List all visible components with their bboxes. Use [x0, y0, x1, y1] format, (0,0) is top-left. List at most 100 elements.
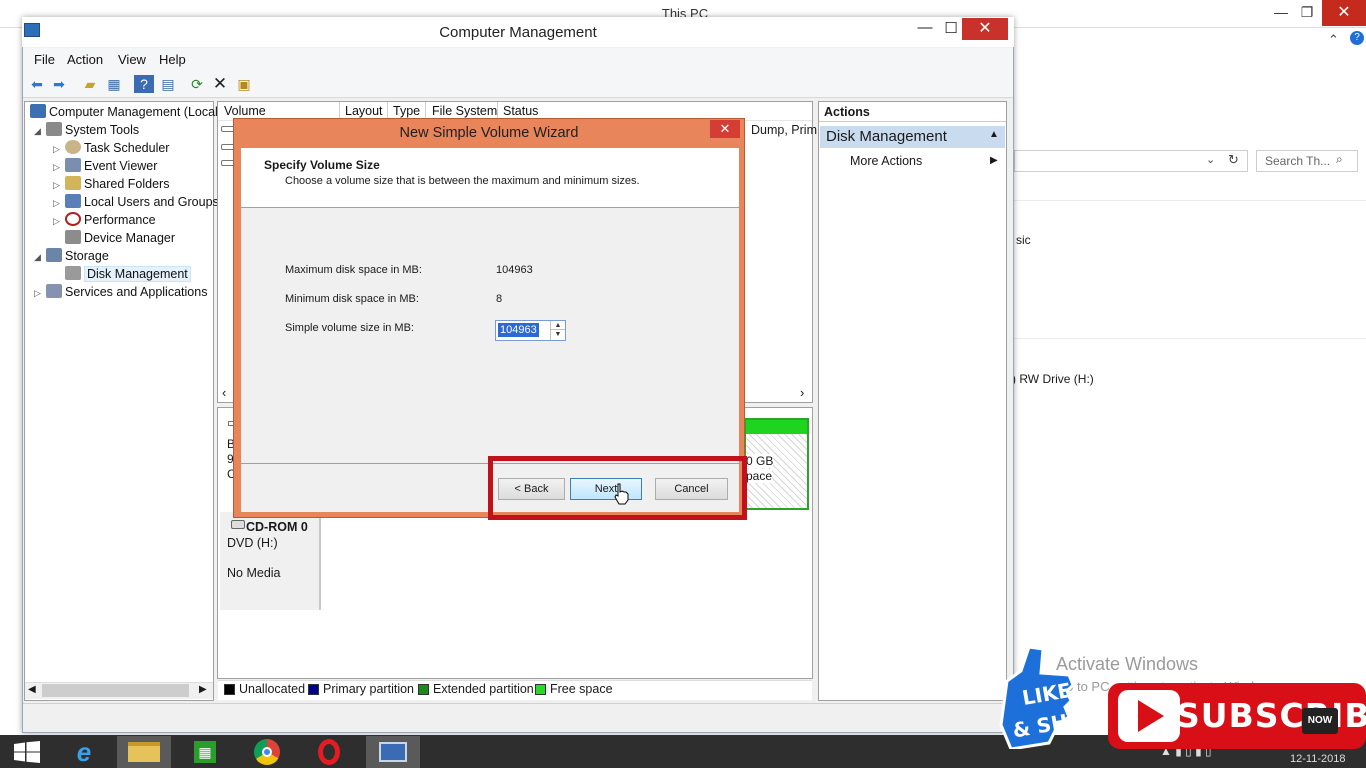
expand-icon[interactable]: ◢ — [34, 126, 44, 137]
shared-folder-icon — [65, 176, 81, 190]
free-space-label: pace — [746, 469, 773, 483]
tree-item-services-and-applications[interactable]: ▷ Services and Applications — [28, 284, 219, 302]
wizard-title: New Simple Volume Wizard — [399, 125, 579, 141]
menu-action[interactable]: Action — [67, 52, 103, 67]
divider — [1014, 200, 1366, 201]
tree-item-performance[interactable]: ▷ Performance — [28, 212, 219, 230]
internet-explorer-icon[interactable]: e — [57, 736, 111, 768]
legend-swatch-free — [535, 684, 546, 695]
more-actions[interactable]: More Actions — [850, 154, 922, 168]
wizard-close-button[interactable]: ✕ — [710, 120, 740, 138]
column-file-system[interactable]: File System — [432, 104, 497, 118]
settings-icon[interactable]: ▣ — [234, 74, 254, 94]
delete-icon[interactable]: ✕ — [210, 74, 230, 94]
scroll-right-icon[interactable]: ▶ — [199, 684, 207, 695]
spin-up-icon[interactable]: ▲ — [550, 321, 565, 330]
actions-disk-management[interactable]: Disk Management — [820, 126, 1005, 148]
refresh-icon[interactable]: ↻ — [1228, 152, 1239, 168]
scrollbar-thumb[interactable] — [42, 684, 189, 697]
scroll-left-icon[interactable]: ‹ — [222, 385, 226, 400]
expand-icon[interactable]: ▷ — [53, 198, 63, 209]
expand-icon[interactable]: ▷ — [53, 180, 63, 191]
volume-size-label: Simple volume size in MB: — [285, 322, 414, 334]
clock-date[interactable]: 12-11-2018 — [1290, 753, 1345, 765]
users-icon — [65, 194, 81, 208]
cdrom-title: CD-ROM 0 — [246, 520, 308, 534]
expand-icon[interactable]: ▷ — [53, 144, 63, 155]
clock-icon — [65, 140, 81, 154]
scroll-right-icon[interactable]: › — [800, 385, 804, 400]
tree-item-disk-management[interactable]: Disk Management — [28, 266, 219, 284]
free-space-bar — [746, 420, 807, 434]
column-volume[interactable]: Volume — [224, 104, 266, 118]
back-arrow-icon[interactable]: ⬅ — [27, 74, 47, 94]
column-layout[interactable]: Layout — [345, 104, 383, 118]
storage-icon — [46, 248, 62, 262]
cdrom-icon — [231, 520, 245, 529]
device-manager-icon — [65, 230, 81, 244]
expand-icon[interactable]: ◢ — [34, 252, 44, 263]
hand-cursor-icon — [614, 483, 629, 505]
tree-item-event-viewer[interactable]: ▷ Event Viewer — [28, 158, 219, 176]
help-icon[interactable]: ? — [134, 75, 154, 93]
drive-label[interactable]: ) RW Drive (H:) — [1012, 372, 1094, 386]
tree-item-storage[interactable]: ◢ Storage — [28, 248, 219, 266]
menu-view[interactable]: View — [118, 52, 146, 67]
tree-item-local-users-and-groups[interactable]: ▷ Local Users and Groups — [28, 194, 219, 212]
up-folder-icon[interactable]: ▰ — [80, 74, 100, 94]
volume-size-value[interactable]: 104963 — [498, 323, 539, 337]
legend-swatch-extended — [418, 684, 429, 695]
store-icon[interactable]: ▦ — [178, 736, 232, 768]
tools-icon — [46, 122, 62, 136]
wizard-subheading: Choose a volume size that is between the… — [285, 175, 640, 187]
now-badge: NOW — [1302, 708, 1338, 734]
windows-start-icon[interactable] — [14, 741, 40, 763]
chrome-icon[interactable] — [240, 736, 294, 768]
collapse-icon[interactable]: ▲ — [989, 129, 999, 140]
tree-item-shared-folders[interactable]: ▷ Shared Folders — [28, 176, 219, 194]
scroll-left-icon[interactable]: ◀ — [28, 684, 36, 695]
tree-item-computer-management[interactable]: Computer Management (Local — [28, 104, 219, 122]
search-icon[interactable]: ⌕ — [1336, 152, 1343, 167]
play-icon — [1118, 690, 1180, 742]
expand-icon[interactable]: ▷ — [34, 288, 44, 299]
minimize-button[interactable]: — — [912, 19, 938, 41]
cdrom-drive-label: DVD (H:) — [227, 536, 278, 550]
opera-icon[interactable] — [302, 736, 356, 768]
column-type[interactable]: Type — [393, 104, 420, 118]
this-pc-maximize-button[interactable]: ❐ — [1294, 4, 1320, 24]
max-disk-space-label: Maximum disk space in MB: — [285, 264, 422, 276]
menu-file[interactable]: File — [34, 52, 55, 67]
file-explorer-icon[interactable] — [117, 736, 171, 768]
volume-status-cell[interactable]: Dump, Prim — [751, 123, 817, 137]
chevron-down-icon[interactable]: ⌄ — [1206, 153, 1215, 166]
this-pc-close-button[interactable]: ✕ — [1322, 0, 1366, 26]
wizard-heading: Specify Volume Size — [264, 158, 380, 172]
tree-item-device-manager[interactable]: Device Manager — [28, 230, 219, 248]
this-pc-minimize-button[interactable]: — — [1268, 4, 1294, 24]
performance-icon — [65, 212, 81, 226]
forward-arrow-icon[interactable]: ➡ — [49, 74, 69, 94]
legend-unallocated: Unallocated — [239, 682, 306, 696]
ribbon-expand-icon[interactable]: ⌃ — [1328, 32, 1339, 48]
spin-down-icon[interactable]: ▼ — [550, 330, 565, 340]
expand-icon[interactable]: ▷ — [53, 216, 63, 227]
properties-icon[interactable]: ▤ — [158, 74, 178, 94]
disk-management-icon — [65, 266, 81, 280]
legend-primary-partition: Primary partition — [323, 682, 414, 696]
maximize-button[interactable]: ☐ — [938, 19, 964, 41]
help-icon[interactable]: ? — [1350, 31, 1364, 45]
window-title: Computer Management — [439, 24, 597, 41]
menu-help[interactable]: Help — [159, 52, 186, 67]
legend-swatch-primary — [308, 684, 319, 695]
computer-management-taskbar-icon[interactable] — [366, 736, 420, 768]
submenu-arrow-icon: ▶ — [990, 155, 998, 166]
refresh-icon[interactable]: ⟳ — [187, 74, 207, 94]
event-viewer-icon — [65, 158, 81, 172]
column-status[interactable]: Status — [503, 104, 538, 118]
tree-item-task-scheduler[interactable]: ▷ Task Scheduler — [28, 140, 219, 158]
expand-icon[interactable]: ▷ — [53, 162, 63, 173]
show-hide-tree-icon[interactable]: ▦ — [104, 74, 124, 94]
close-button[interactable]: ✕ — [962, 18, 1008, 40]
tree-item-system-tools[interactable]: ◢ System Tools — [28, 122, 219, 140]
